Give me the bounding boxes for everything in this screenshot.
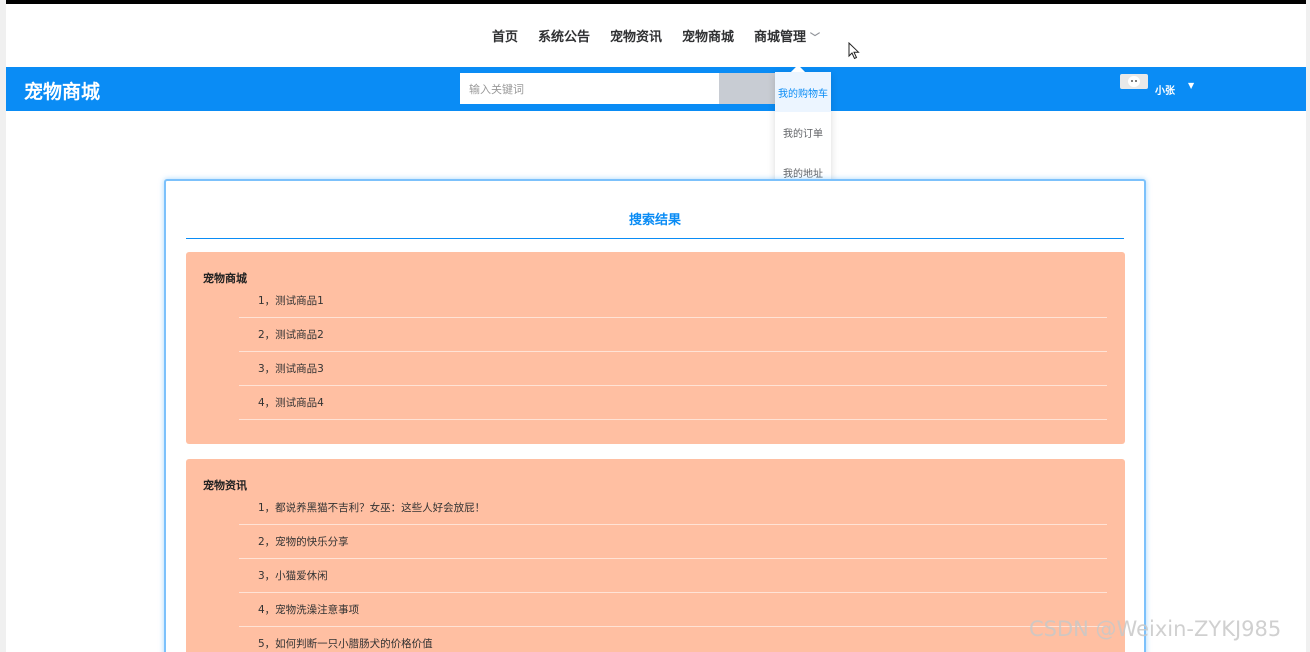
result-item[interactable]: 2，测试商品2	[239, 318, 1107, 352]
avatar-eye-right	[1135, 80, 1137, 82]
title-divider	[186, 238, 1124, 239]
nav-home[interactable]: 首页	[482, 26, 528, 45]
result-item[interactable]: 3，小猫爱休闲	[239, 559, 1107, 593]
shop-management-dropdown: 我的购物车 我的订单 我的地址	[775, 64, 831, 194]
result-item[interactable]: 1，测试商品1	[239, 284, 1107, 318]
avatar[interactable]	[1120, 74, 1148, 89]
site-brand[interactable]: 宠物商城	[24, 77, 100, 104]
nav-announcements[interactable]: 系统公告	[528, 26, 600, 45]
avatar-dog-face	[1128, 76, 1140, 87]
results-title: 搜索结果	[628, 213, 681, 228]
avatar-eye-left	[1131, 80, 1133, 82]
result-section-news: 宠物资讯 1，都说养黑猫不吉利？女巫：这些人好会放屁！ 2，宠物的快乐分享 3，…	[186, 459, 1125, 652]
header-bar: 宠物商城 输入关键词 小张 ▼	[6, 67, 1306, 111]
chevron-down-icon: ﹀	[810, 33, 821, 44]
caret-down-icon[interactable]: ▼	[1188, 81, 1194, 90]
result-item[interactable]: 2，宠物的快乐分享	[239, 525, 1107, 559]
nav-shop-management[interactable]: 商城管理 ﹀	[744, 26, 830, 45]
nav-pet-shop[interactable]: 宠物商城	[672, 26, 744, 45]
menu-item-cart[interactable]: 我的购物车	[775, 72, 831, 112]
search-results-panel: 搜索结果 宠物商城 1，测试商品1 2，测试商品2 3，测试商品3 4，测试商品…	[164, 179, 1146, 652]
result-item[interactable]: 3，测试商品3	[239, 352, 1107, 386]
result-item[interactable]: 4，测试商品4	[239, 386, 1107, 420]
result-section-shop: 宠物商城 1，测试商品1 2，测试商品2 3，测试商品3 4，测试商品4	[186, 252, 1125, 444]
search-placeholder: 输入关键词	[469, 82, 524, 96]
result-item[interactable]: 4，宠物洗澡注意事项	[239, 593, 1107, 627]
result-item[interactable]: 1，都说养黑猫不吉利？女巫：这些人好会放屁！	[239, 491, 1107, 525]
window-right-border	[1306, 0, 1310, 652]
username[interactable]: 小张	[1155, 82, 1175, 97]
menu-item-orders[interactable]: 我的订单	[775, 112, 831, 152]
watermark: CSDN @Weixin-ZYKJ985	[1029, 617, 1282, 641]
search-input[interactable]: 输入关键词	[460, 73, 720, 104]
top-nav: 首页 系统公告 宠物资讯 宠物商城 商城管理 ﹀	[6, 4, 1306, 67]
result-item[interactable]: 5，如何判断一只小腊肠犬的价格价值	[239, 627, 1107, 652]
mouse-cursor-icon	[848, 42, 860, 60]
nav-pet-news[interactable]: 宠物资讯	[600, 26, 672, 45]
nav-shop-management-label: 商城管理	[754, 30, 807, 45]
